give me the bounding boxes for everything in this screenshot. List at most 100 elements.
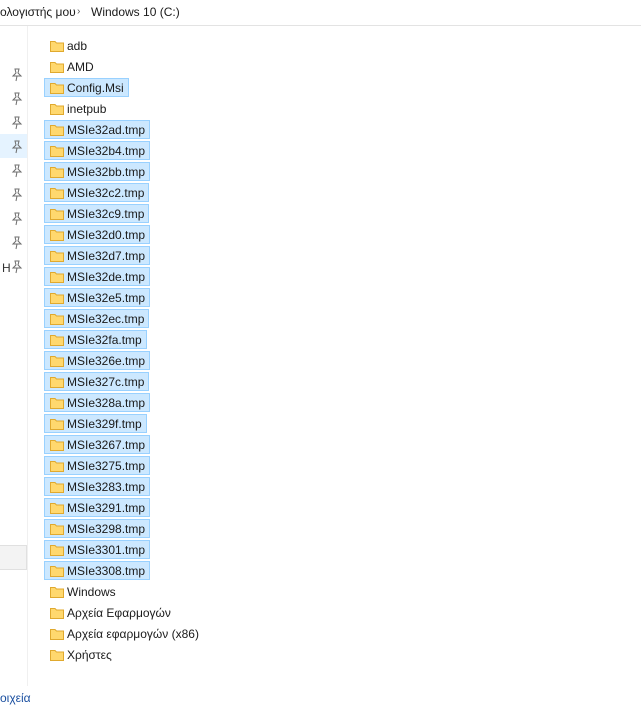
pin-icon bbox=[11, 188, 23, 202]
list-item[interactable]: MSIe326e.tmp bbox=[44, 351, 151, 370]
folder-icon bbox=[50, 103, 64, 115]
folder-icon bbox=[50, 82, 64, 94]
navigation-pane[interactable]: Η bbox=[0, 26, 28, 686]
folder-icon bbox=[50, 376, 64, 388]
list-item[interactable]: MSIe32bb.tmp bbox=[44, 162, 151, 181]
folder-icon bbox=[50, 439, 64, 451]
list-item[interactable]: Χρήστες bbox=[44, 645, 117, 664]
folder-icon bbox=[50, 607, 64, 619]
folder-icon bbox=[50, 334, 64, 346]
pin-icon bbox=[11, 212, 23, 226]
breadcrumb-drive-c[interactable]: Windows 10 (C:) bbox=[91, 5, 180, 19]
file-name: MSIe329f.tmp bbox=[67, 416, 142, 431]
list-item[interactable]: MSIe3301.tmp bbox=[44, 540, 151, 559]
list-item[interactable]: Αρχεία εφαρμογών (x86) bbox=[44, 624, 204, 643]
file-name: MSIe32bb.tmp bbox=[67, 164, 146, 179]
file-name: MSIe3298.tmp bbox=[67, 521, 146, 536]
folder-icon bbox=[50, 187, 64, 199]
list-item[interactable]: Αρχεία Εφαρμογών bbox=[44, 603, 176, 622]
pin-icon bbox=[11, 116, 23, 130]
folder-icon bbox=[50, 523, 64, 535]
list-item[interactable]: MSIe32de.tmp bbox=[44, 267, 151, 286]
file-name: MSIe3283.tmp bbox=[67, 479, 146, 494]
file-name: MSIe3267.tmp bbox=[67, 437, 146, 452]
list-item[interactable]: MSIe32c9.tmp bbox=[44, 204, 150, 223]
file-name: MSIe32c2.tmp bbox=[67, 185, 145, 200]
list-item[interactable]: MSIe3298.tmp bbox=[44, 519, 151, 538]
file-name: Αρχεία εφαρμογών (x86) bbox=[67, 626, 199, 641]
pin-icon bbox=[11, 236, 23, 250]
folder-icon bbox=[50, 502, 64, 514]
file-name: adb bbox=[67, 38, 88, 53]
file-list[interactable]: adb AMD Config.Msi inetpub MSIe32ad.tmp MSIe3… bbox=[44, 36, 634, 666]
list-item[interactable]: MSIe3267.tmp bbox=[44, 435, 151, 454]
file-name: MSIe32b4.tmp bbox=[67, 143, 146, 158]
folder-icon bbox=[50, 61, 64, 73]
folder-icon bbox=[50, 292, 64, 304]
folder-icon bbox=[50, 544, 64, 556]
folder-icon bbox=[50, 460, 64, 472]
file-name: MSIe3291.tmp bbox=[67, 500, 146, 515]
nav-item-label-partial: Η bbox=[2, 261, 11, 275]
pin-icon bbox=[11, 260, 23, 274]
file-name: MSIe32fa.tmp bbox=[67, 332, 142, 347]
list-item[interactable]: MSIe32ec.tmp bbox=[44, 309, 150, 328]
list-item[interactable]: inetpub bbox=[44, 99, 111, 118]
file-name: MSIe32c9.tmp bbox=[67, 206, 145, 221]
list-item[interactable]: MSIe3275.tmp bbox=[44, 456, 151, 475]
list-item[interactable]: adb bbox=[44, 36, 92, 55]
file-name: MSIe326e.tmp bbox=[67, 353, 146, 368]
list-item[interactable]: MSIe32e5.tmp bbox=[44, 288, 151, 307]
status-bar-text: οιχεία bbox=[0, 691, 31, 705]
file-name: Χρήστες bbox=[67, 647, 112, 662]
folder-icon bbox=[50, 271, 64, 283]
list-item[interactable]: MSIe3283.tmp bbox=[44, 477, 151, 496]
folder-icon bbox=[50, 250, 64, 262]
file-name: MSIe3301.tmp bbox=[67, 542, 146, 557]
address-bar[interactable]: ολογιστής μου › Windows 10 (C:) bbox=[0, 0, 641, 26]
file-name: Windows bbox=[67, 584, 116, 599]
breadcrumb-this-pc[interactable]: ολογιστής μου bbox=[0, 5, 76, 19]
list-item[interactable]: MSIe32b4.tmp bbox=[44, 141, 151, 160]
file-name: MSIe3308.tmp bbox=[67, 563, 146, 578]
folder-icon bbox=[50, 124, 64, 136]
file-name: MSIe32ec.tmp bbox=[67, 311, 145, 326]
list-item[interactable]: AMD bbox=[44, 57, 99, 76]
file-name: MSIe328a.tmp bbox=[67, 395, 146, 410]
folder-icon bbox=[50, 481, 64, 493]
list-item[interactable]: Windows bbox=[44, 582, 121, 601]
chevron-right-icon[interactable]: › bbox=[77, 6, 80, 17]
folder-icon bbox=[50, 145, 64, 157]
file-name: MSIe32d7.tmp bbox=[67, 248, 146, 263]
list-item[interactable]: MSIe32fa.tmp bbox=[44, 330, 147, 349]
folder-icon bbox=[50, 40, 64, 52]
folder-icon bbox=[50, 166, 64, 178]
pin-icon bbox=[11, 68, 23, 82]
list-item[interactable]: MSIe32d7.tmp bbox=[44, 246, 151, 265]
list-item[interactable]: MSIe3308.tmp bbox=[44, 561, 151, 580]
folder-icon bbox=[50, 397, 64, 409]
folder-icon bbox=[50, 586, 64, 598]
file-name: AMD bbox=[67, 59, 94, 74]
list-item[interactable]: MSIe327c.tmp bbox=[44, 372, 150, 391]
folder-icon bbox=[50, 565, 64, 577]
list-item[interactable]: MSIe32d0.tmp bbox=[44, 225, 151, 244]
pin-icon bbox=[11, 140, 23, 154]
list-item[interactable]: MSIe32c2.tmp bbox=[44, 183, 150, 202]
file-name: Config.Msi bbox=[67, 80, 124, 95]
nav-item-this-pc[interactable] bbox=[0, 545, 27, 570]
folder-icon bbox=[50, 628, 64, 640]
list-item[interactable]: MSIe329f.tmp bbox=[44, 414, 147, 433]
file-name: MSIe32de.tmp bbox=[67, 269, 146, 284]
pin-icon bbox=[11, 164, 23, 178]
list-item[interactable]: MSIe32ad.tmp bbox=[44, 120, 151, 139]
list-item[interactable]: Config.Msi bbox=[44, 78, 129, 97]
folder-icon bbox=[50, 649, 64, 661]
folder-icon bbox=[50, 313, 64, 325]
file-name: MSIe32ad.tmp bbox=[67, 122, 146, 137]
pin-icon bbox=[11, 92, 23, 106]
list-item[interactable]: MSIe328a.tmp bbox=[44, 393, 151, 412]
file-name: inetpub bbox=[67, 101, 107, 116]
list-item[interactable]: MSIe3291.tmp bbox=[44, 498, 151, 517]
folder-icon bbox=[50, 355, 64, 367]
